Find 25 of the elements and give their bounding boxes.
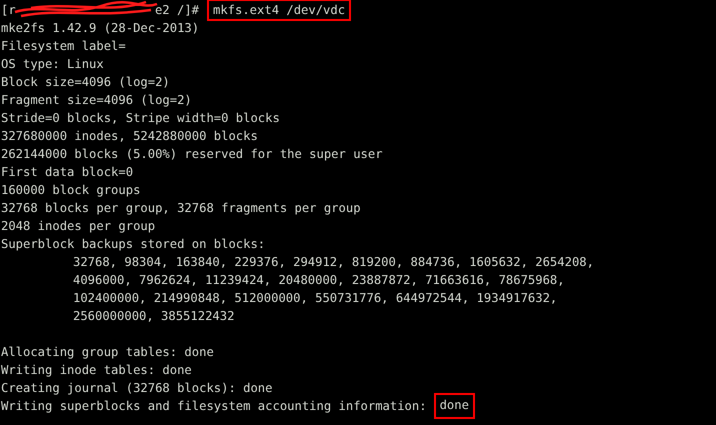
output-line: Writing inode tables: done xyxy=(1,362,192,379)
output-line: Fragment size=4096 (log=2) xyxy=(1,92,192,109)
result-text: done xyxy=(434,393,475,419)
output-line: First data block=0 xyxy=(1,164,134,181)
output-line: Block size=4096 (log=2) xyxy=(1,74,170,91)
output-line: OS type: Linux xyxy=(1,56,104,73)
command-text: mkfs.ext4 /dev/vdc xyxy=(207,0,352,21)
output-line: Superblock backups stored on blocks: xyxy=(1,236,266,253)
prompt-text: e2 /]# xyxy=(154,2,199,19)
output-line: 102400000, 214990848, 512000000, 550731776, 644972544, 1934917632, xyxy=(73,290,558,307)
output-line: Stride=0 blocks, Stripe width=0 blocks xyxy=(1,110,280,127)
output-line: 262144000 blocks (5.00%) reserved for the super user xyxy=(1,146,383,163)
output-line: 2048 inodes per group xyxy=(1,218,156,235)
output-line: 32768, 98304, 163840, 229376, 294912, 819200, 884736, 1605632, 2654208, xyxy=(73,254,594,271)
output-line: Allocating group tables: done xyxy=(1,344,214,361)
output-line: mke2fs 1.42.9 (28-Dec-2013) xyxy=(1,20,200,37)
output-line: Creating journal (32768 blocks): done xyxy=(1,380,272,397)
output-line: Filesystem label= xyxy=(1,38,126,55)
output-line: 2560000000, 3855122432 xyxy=(73,308,234,325)
prompt-text: [r xyxy=(1,2,16,19)
output-line: 32768 blocks per group, 32768 fragments per group xyxy=(1,200,361,217)
output-line: 160000 block groups xyxy=(1,182,140,199)
output-line: 4096000, 7962624, 11239424, 20480000, 23887872, 71663616, 78675968, xyxy=(73,272,565,289)
output-line: 327680000 inodes, 5242880000 blocks xyxy=(1,128,258,145)
output-line: Writing superblocks and filesystem accounting information: xyxy=(1,398,427,415)
